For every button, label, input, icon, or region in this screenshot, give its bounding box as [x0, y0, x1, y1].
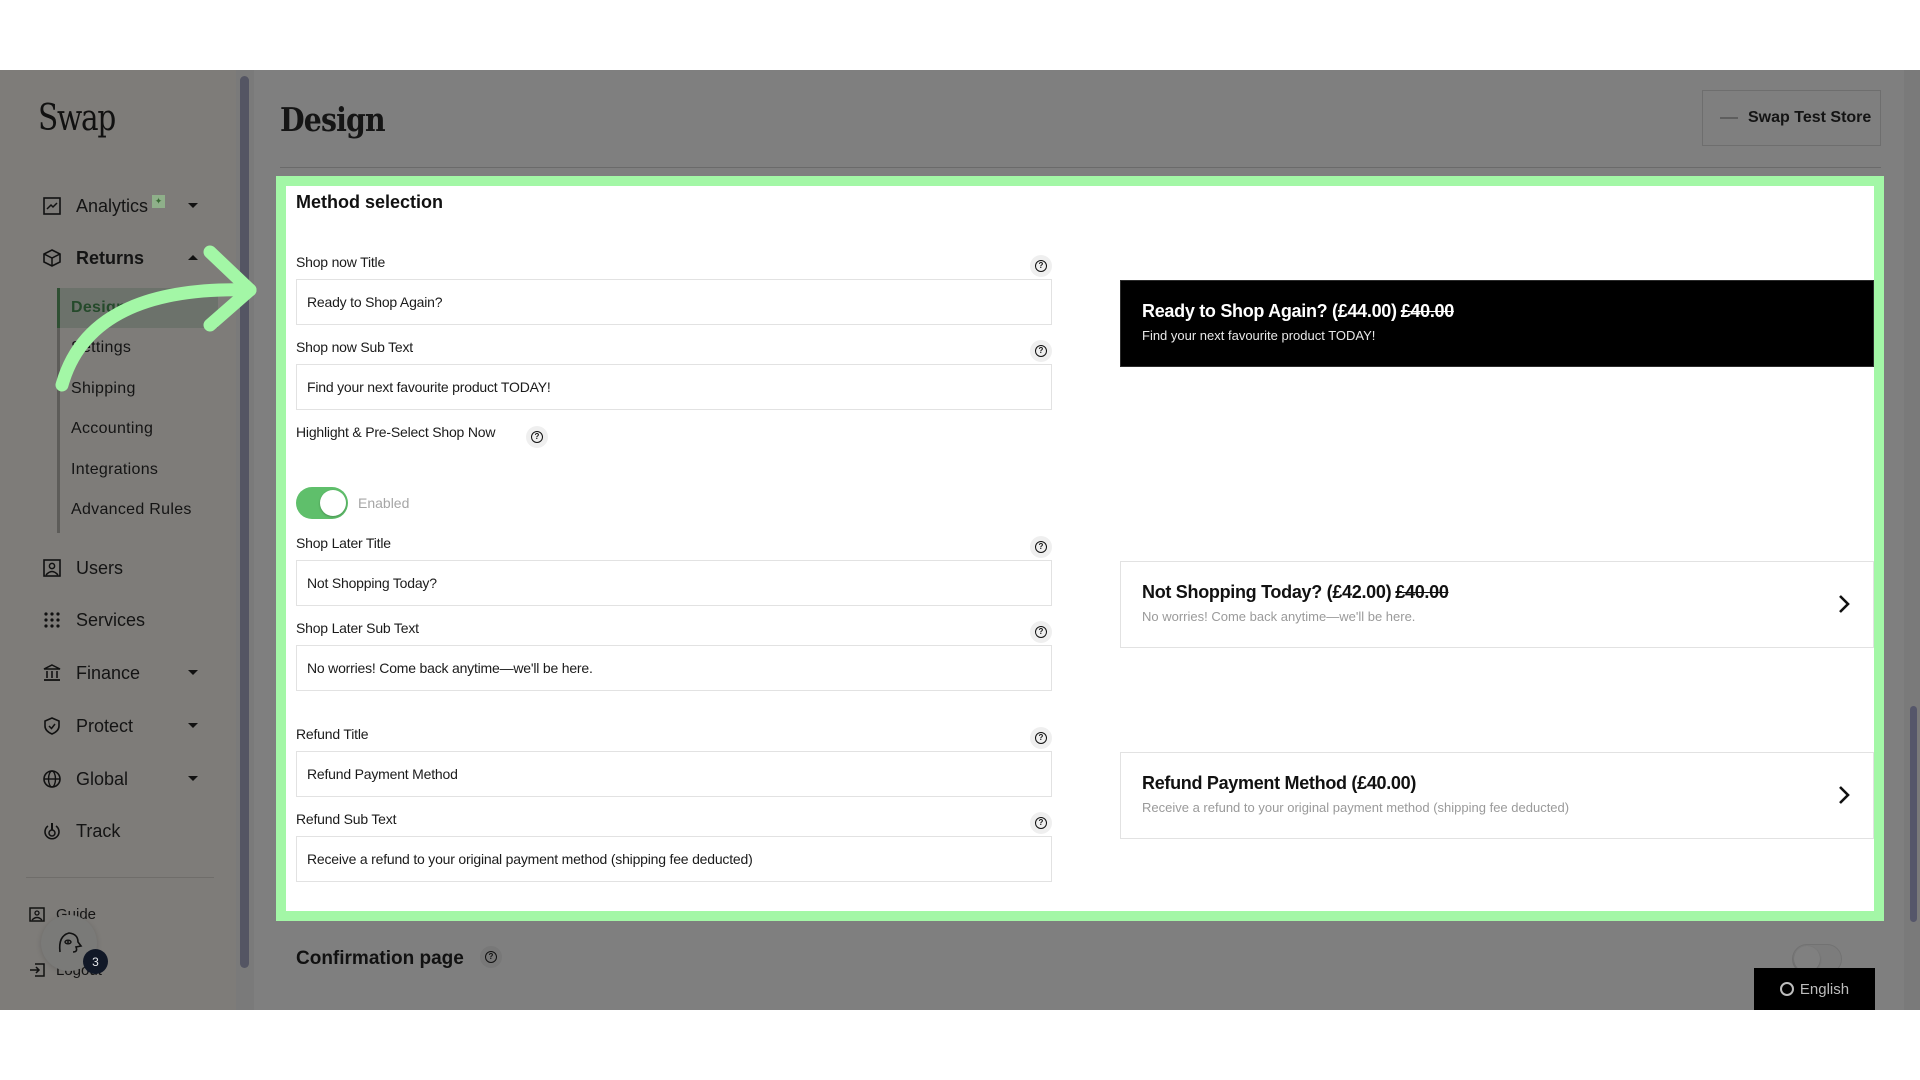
help-icon[interactable]: ?: [1030, 340, 1052, 362]
chevron-down-icon: [188, 776, 198, 781]
sidebar: Swap Analytics ✦ Returns Design Settings…: [0, 70, 236, 1010]
original-price: £40.00: [1400, 301, 1455, 321]
sidebar-item-returns[interactable]: Returns: [42, 243, 212, 273]
sidebar-item-users[interactable]: Users: [42, 553, 212, 583]
sidebar-item-protect[interactable]: Protect: [42, 711, 212, 741]
chevron-up-icon: [188, 255, 198, 260]
bank-icon: [42, 663, 62, 683]
app-screen: Swap Analytics ✦ Returns Design Settings…: [0, 70, 1920, 1010]
shop-now-preview-card[interactable]: Ready to Shop Again? (£44.00) £40.00 Find…: [1120, 280, 1874, 367]
preview-title: Refund Payment Method (£40.00): [1142, 773, 1417, 793]
chevron-down-icon: [188, 203, 198, 208]
refund-subtext-input[interactable]: [296, 836, 1052, 882]
shop-now-title-label: Shop now Title: [296, 254, 386, 270]
active-indicator: [57, 288, 60, 328]
header-divider: [280, 167, 1881, 168]
method-selection-highlight: Method selection Shop now Title ? Shop n…: [276, 176, 1884, 921]
help-icon[interactable]: ?: [1030, 812, 1052, 834]
sidebar-item-label: Protect: [76, 715, 134, 736]
chat-face-icon: [58, 932, 83, 953]
sidebar-divider: [26, 877, 214, 878]
sidebar-subitem-shipping[interactable]: Shipping: [60, 369, 218, 409]
sparkle-badge-icon: ✦: [152, 194, 166, 208]
sidebar-item-label: Global: [76, 768, 129, 789]
help-icon[interactable]: ?: [480, 946, 502, 968]
sidebar-item-label: Services: [76, 609, 146, 630]
help-icon[interactable]: ?: [526, 426, 548, 448]
store-logo-icon: [1720, 117, 1738, 119]
chevron-right-icon: [1839, 786, 1850, 804]
main-scrollbar[interactable]: [1910, 706, 1917, 922]
page-title: Design: [280, 100, 386, 139]
grid-dots-icon: [42, 610, 62, 630]
shop-later-preview-card[interactable]: Not Shopping Today? (£42.00) £40.00 No wo…: [1120, 561, 1874, 648]
sidebar-item-analytics[interactable]: Analytics ✦: [42, 191, 212, 221]
sidebar-item-finance[interactable]: Finance: [42, 658, 212, 688]
globe-icon: [42, 769, 62, 789]
sidebar-item-label: Returns: [76, 247, 145, 268]
sidebar-subitem-advanced-rules[interactable]: Advanced Rules: [60, 490, 218, 530]
store-name: Swap Test Store: [1748, 109, 1872, 126]
toggle-knob: [320, 490, 346, 516]
shop-later-subtext-label: Shop Later Sub Text: [296, 620, 419, 636]
chevron-down-icon: [188, 723, 198, 728]
preview-title: Ready to Shop Again? (£44.00) £40.00: [1142, 301, 1455, 321]
sidebar-item-services[interactable]: Services: [42, 605, 212, 635]
refund-preview-card[interactable]: Refund Payment Method (£40.00) Receive a…: [1120, 752, 1874, 839]
logout-icon: [30, 963, 45, 977]
sidebar-item-global[interactable]: Global: [42, 764, 212, 794]
sidebar-subitem-settings[interactable]: Settings: [60, 328, 218, 368]
app-logo[interactable]: Swap: [38, 98, 116, 139]
package-icon: [42, 248, 62, 268]
chevron-down-icon: [188, 670, 198, 675]
language-label: English: [1799, 980, 1850, 998]
sidebar-item-label: Finance: [76, 662, 141, 683]
sidebar-item-label: Analytics: [76, 195, 149, 216]
original-price: £40.00: [1395, 582, 1449, 602]
user-card-icon: [42, 558, 62, 578]
shop-later-subtext-input[interactable]: [296, 645, 1052, 691]
chart-line-icon: [42, 196, 62, 216]
help-icon[interactable]: ?: [1030, 621, 1052, 643]
preview-subtitle: Receive a refund to your original paymen…: [1142, 800, 1570, 815]
sidebar-subitem-design[interactable]: Design: [60, 288, 218, 328]
shop-now-subtext-label: Shop now Sub Text: [296, 339, 413, 355]
confirmation-page-title: Confirmation page: [296, 948, 464, 969]
sidebar-scrollbar[interactable]: [240, 76, 249, 968]
sidebar-item-label: Track: [76, 820, 121, 841]
chat-unread-badge: 3: [83, 949, 108, 974]
shop-now-subtext-input[interactable]: [296, 364, 1052, 410]
refund-title-label: Refund Title: [296, 726, 369, 742]
shop-later-title-input[interactable]: [296, 560, 1052, 606]
preview-subtitle: No worries! Come back anytime—we'll be h…: [1142, 609, 1416, 624]
refund-title-input[interactable]: [296, 751, 1052, 797]
highlight-preselect-label: Highlight & Pre-Select Shop Now: [296, 424, 496, 440]
shop-now-title-input[interactable]: [296, 279, 1052, 325]
preview-subtitle: Find your next favourite product TODAY!: [1142, 328, 1376, 343]
refund-subtext-label: Refund Sub Text: [296, 811, 397, 827]
help-icon[interactable]: ?: [1030, 255, 1052, 277]
method-selection-panel: Method selection Shop now Title ? Shop n…: [286, 186, 1874, 911]
chevron-right-icon: [1839, 595, 1850, 613]
language-circle-icon: [1779, 982, 1794, 996]
section-title: Method selection: [296, 192, 444, 212]
guide-icon: [29, 907, 45, 922]
highlight-preselect-toggle[interactable]: [296, 487, 348, 519]
shield-check-icon: [42, 716, 62, 736]
sidebar-subitem-integrations[interactable]: Integrations: [60, 450, 218, 490]
sidebar-item-track[interactable]: Track: [42, 816, 212, 846]
language-selector[interactable]: English: [1754, 968, 1875, 1010]
sidebar-subitem-accounting[interactable]: Accounting: [60, 409, 218, 449]
toggle-state-label: Enabled: [358, 495, 410, 511]
help-icon[interactable]: ?: [1030, 727, 1052, 749]
preview-title: Not Shopping Today? (£42.00) £40.00: [1142, 582, 1449, 602]
track-pin-icon: [42, 821, 62, 841]
sidebar-item-label: Users: [76, 557, 124, 578]
help-icon[interactable]: ?: [1030, 536, 1052, 558]
store-switcher-button[interactable]: Swap Test Store: [1702, 90, 1881, 146]
shop-later-title-label: Shop Later Title: [296, 535, 391, 551]
